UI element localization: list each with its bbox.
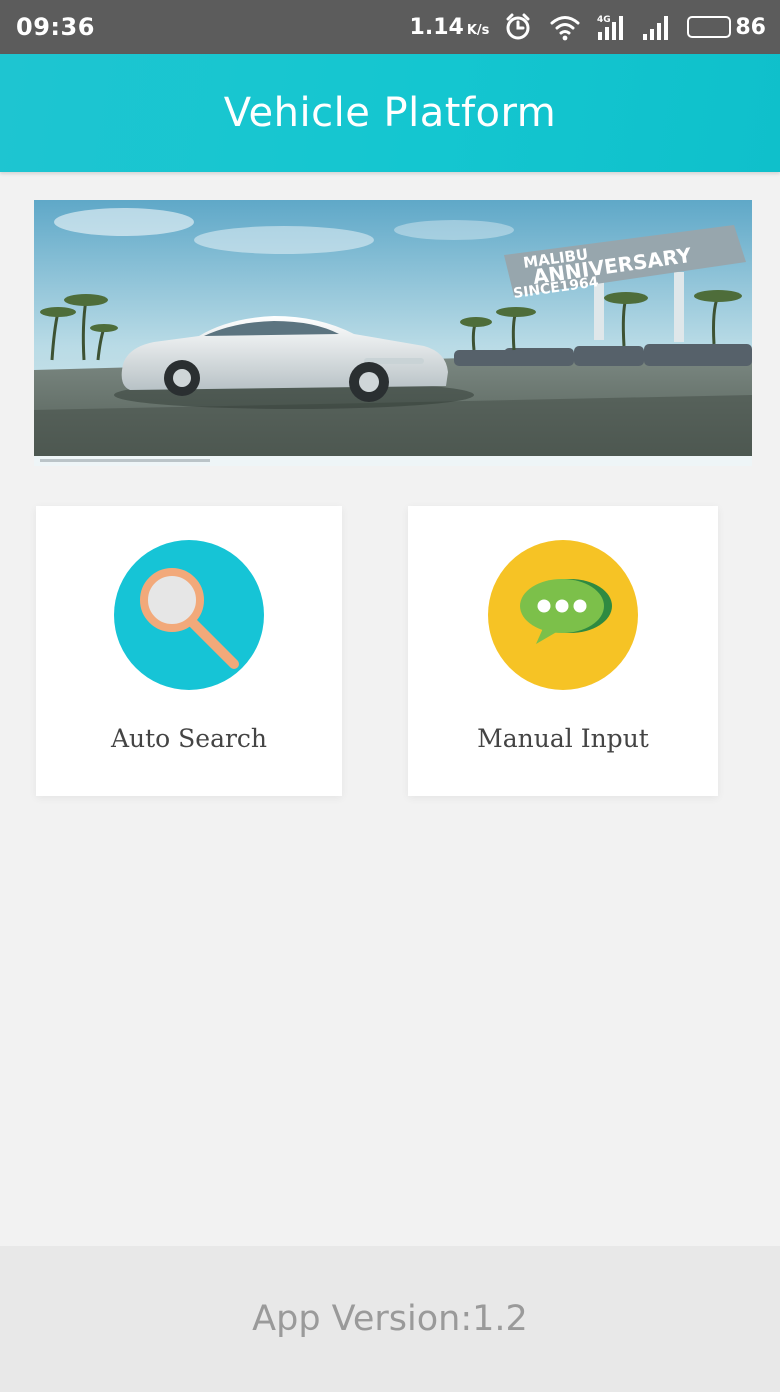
magnifier-icon — [114, 540, 264, 690]
promo-banner[interactable]: MALIBU ANNIVERSARY SINCE1964 — [34, 200, 752, 466]
alarm-icon — [503, 12, 535, 42]
battery-indicator: 86 — [687, 15, 766, 40]
app-bar: Vehicle Platform — [0, 54, 780, 172]
network-speed-unit: K/s — [466, 22, 490, 38]
auto-search-button[interactable]: Auto Search — [36, 506, 342, 796]
app-version-text: App Version:1.2 — [252, 1299, 528, 1339]
signal-icon — [641, 12, 673, 42]
4g-signal-icon: 4G — [595, 12, 627, 42]
manual-input-label: Manual Input — [477, 724, 649, 753]
status-bar: 09:36 1.14 K/s 4G 86 — [0, 0, 780, 54]
manual-input-button[interactable]: Manual Input — [408, 506, 718, 796]
banner-image: MALIBU ANNIVERSARY SINCE1964 — [34, 200, 752, 466]
network-speed-value: 1.14 — [409, 14, 464, 40]
app-title: Vehicle Platform — [223, 90, 557, 136]
auto-search-label: Auto Search — [110, 724, 268, 753]
status-time: 09:36 — [16, 13, 95, 41]
wifi-icon — [549, 12, 581, 42]
chat-bubble-icon — [488, 540, 638, 690]
status-indicators: 1.14 K/s 4G 86 — [410, 12, 766, 42]
battery-icon — [687, 16, 732, 38]
svg-text:4G: 4G — [597, 15, 611, 25]
network-speed: 1.14 K/s — [410, 15, 490, 40]
footer: App Version:1.2 — [0, 1246, 780, 1392]
battery-level: 86 — [735, 14, 766, 40]
